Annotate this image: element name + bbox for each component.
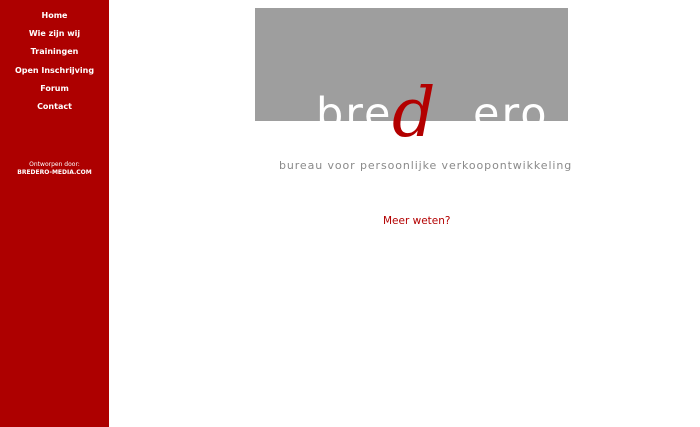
nav-link-contact[interactable]: Contact [37, 102, 72, 111]
logo-graphic: bre ero d [255, 8, 568, 148]
sidebar: Home Wie zijn wij Trainingen Open Inschr… [0, 0, 109, 427]
logo-text-end: ero [473, 89, 549, 139]
designer-credit: Ontworpen door: BREDERO-MEDIA.COM [0, 161, 109, 177]
nav-item-wie-zijn-wij: Wie zijn wij [0, 23, 109, 41]
nav-link-wie-zijn-wij[interactable]: Wie zijn wij [29, 29, 80, 38]
credit-label: Ontworpen door: [29, 161, 80, 168]
nav-link-home[interactable]: Home [42, 11, 68, 20]
nav-item-trainingen: Trainingen [0, 41, 109, 59]
tagline: bureau voor persoonlijke verkoopontwikke… [279, 159, 573, 172]
logo-text-start: bre [316, 89, 392, 139]
logo-accent-letter: d [392, 74, 436, 148]
nav-link-open-inschrijving[interactable]: Open Inschrijving [15, 66, 94, 75]
meer-weten-link[interactable]: Meer weten? [383, 215, 451, 227]
nav-link-trainingen[interactable]: Trainingen [31, 47, 79, 56]
main-nav: Home Wie zijn wij Trainingen Open Inschr… [0, 5, 109, 114]
nav-link-forum[interactable]: Forum [40, 84, 69, 93]
bredero-logo: bre ero d [255, 8, 568, 148]
nav-item-home: Home [0, 5, 109, 23]
nav-item-forum: Forum [0, 78, 109, 96]
nav-item-open-inschrijving: Open Inschrijving [0, 60, 109, 78]
nav-item-contact: Contact [0, 96, 109, 114]
credit-link[interactable]: BREDERO-MEDIA.COM [17, 169, 91, 176]
